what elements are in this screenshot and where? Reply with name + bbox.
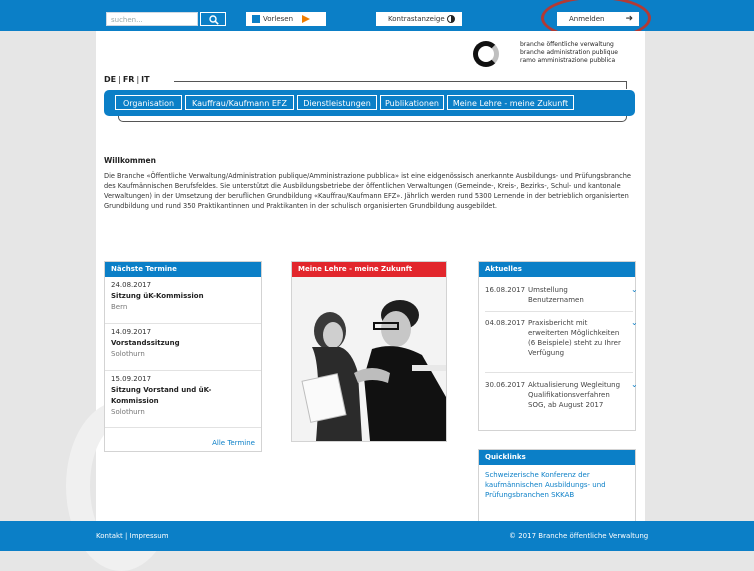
news-panel: Aktuelles 16.08.2017 Umstellung Benutzer… xyxy=(478,261,638,431)
news-date: 04.08.2017 xyxy=(485,319,526,327)
news-title: Aktuelles xyxy=(479,262,635,277)
footer-links: Kontakt | Impressum xyxy=(96,532,169,540)
nav-dienstleistungen[interactable]: Dienstleistungen xyxy=(297,95,377,110)
news-title: Umstellung Benutzernamen xyxy=(528,286,584,304)
event-location: Solothurn xyxy=(111,408,145,416)
event-date: 24.08.2017 xyxy=(111,281,152,289)
contact-link[interactable]: Kontakt xyxy=(96,532,123,540)
imprint-link[interactable]: Impressum xyxy=(130,532,169,540)
event-location: Solothurn xyxy=(111,350,145,358)
footer: Kontakt | Impressum © 2017 Branche öffen… xyxy=(0,521,754,551)
content-area: branche öffentliche verwaltung branche a… xyxy=(66,31,645,571)
news-date: 16.08.2017 xyxy=(485,286,526,294)
event-item[interactable]: 24.08.2017 Sitzung üK-Kommission Bern xyxy=(105,277,261,324)
event-title: Sitzung üK-Kommission xyxy=(111,292,204,300)
speaker-icon xyxy=(252,15,260,23)
divider xyxy=(485,311,633,312)
brand-line-de: branche öffentliche verwaltung xyxy=(520,41,614,48)
search-input[interactable]: suchen... xyxy=(106,12,198,26)
nav-publikationen[interactable]: Publikationen xyxy=(380,95,444,110)
chevron-down-icon[interactable]: ⌄ xyxy=(631,318,638,328)
feature-panel[interactable]: Meine Lehre - meine Zukunft xyxy=(291,261,447,442)
event-date: 14.09.2017 xyxy=(111,328,152,336)
feature-title: Meine Lehre - meine Zukunft xyxy=(292,262,446,277)
nav-meine-lehre[interactable]: Meine Lehre - meine Zukunft xyxy=(447,95,574,110)
main-nav: Organisation Kauffrau/Kaufmann EFZ Diens… xyxy=(104,90,635,116)
event-location: Bern xyxy=(111,303,128,311)
lang-fr[interactable]: FR xyxy=(123,75,135,84)
news-date: 30.06.2017 xyxy=(485,381,526,389)
event-date: 15.09.2017 xyxy=(111,375,152,383)
lang-de[interactable]: DE xyxy=(104,75,116,84)
brand-text: branche öffentliche verwaltung branche a… xyxy=(520,41,618,65)
events-panel: Nächste Termine 24.08.2017 Sitzung üK-Ko… xyxy=(104,261,262,452)
search-icon xyxy=(209,15,219,25)
welcome-text: Die Branche «Öffentliche Verwaltung/Admi… xyxy=(104,172,631,210)
brand-line-fr: branche administration publique xyxy=(520,49,619,56)
brand-line-it: ramo amministrazione pubblica xyxy=(520,57,616,64)
lang-it[interactable]: IT xyxy=(141,75,149,84)
students-photo xyxy=(292,277,446,441)
event-item[interactable]: 14.09.2017 Vorstandssitzung Solothurn xyxy=(105,324,261,371)
divider xyxy=(626,81,627,89)
events-title: Nächste Termine xyxy=(105,262,261,277)
read-aloud-label: Vorlesen xyxy=(263,15,294,23)
search-button[interactable] xyxy=(200,12,226,26)
quicklinks-title: Quicklinks xyxy=(479,450,635,465)
divider xyxy=(485,372,633,373)
nav-kauffrau[interactable]: Kauffrau/Kaufmann EFZ xyxy=(185,95,294,110)
all-events-link[interactable]: Alle Termine xyxy=(212,439,255,447)
contrast-button[interactable]: Kontrastanzeige xyxy=(376,12,462,26)
nav-organisation[interactable]: Organisation xyxy=(115,95,182,110)
chevron-down-icon[interactable]: ⌄ xyxy=(631,380,638,390)
event-item[interactable]: 15.09.2017 Sitzung Vorstand und üK-Kommi… xyxy=(105,371,261,428)
welcome-title: Willkommen xyxy=(104,156,156,165)
news-title: Praxisbericht mit erweiterten Möglichkei… xyxy=(528,319,621,357)
contrast-label: Kontrastanzeige xyxy=(388,15,445,23)
event-title: Sitzung Vorstand und üK-Kommission xyxy=(111,386,212,405)
divider xyxy=(174,81,627,82)
logo-icon[interactable] xyxy=(473,41,499,67)
play-icon xyxy=(302,15,310,23)
event-title: Vorstandssitzung xyxy=(111,339,180,347)
chevron-down-icon[interactable]: ⌄ xyxy=(631,285,638,295)
language-switch: DE | FR | IT xyxy=(104,75,150,84)
read-aloud-button[interactable]: Vorlesen xyxy=(246,12,326,26)
feature-photo[interactable] xyxy=(292,277,446,441)
news-title: Aktualisierung Wegleitung Qualifikations… xyxy=(528,381,621,409)
quicklinks-panel: Quicklinks Schweizerische Konferenz der … xyxy=(478,449,636,521)
copyright-text: © 2017 Branche öffentliche Verwaltung xyxy=(509,532,649,540)
contrast-icon xyxy=(447,15,455,23)
nav-frame xyxy=(118,116,627,122)
quicklink-item[interactable]: Schweizerische Konferenz der kaufmännisc… xyxy=(485,470,635,500)
